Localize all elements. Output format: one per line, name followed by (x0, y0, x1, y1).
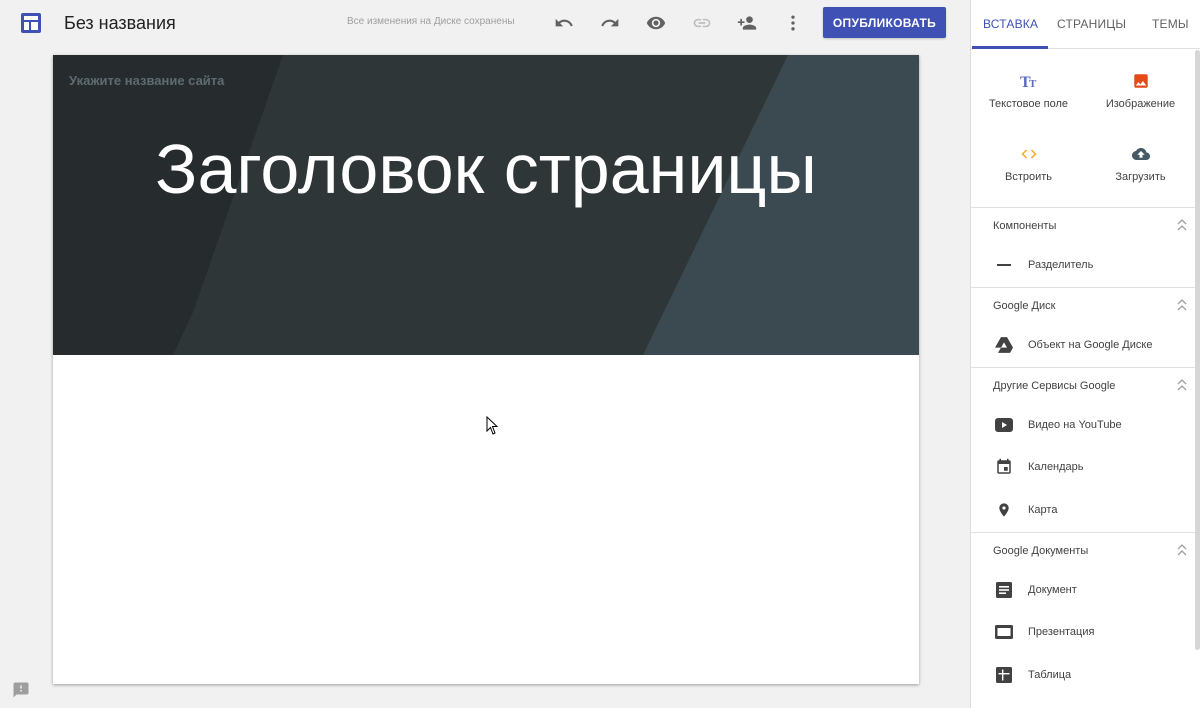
add-person-icon[interactable] (736, 12, 758, 34)
active-tab-indicator (972, 46, 1048, 49)
more-vert-icon[interactable] (782, 12, 804, 34)
insert-presentation-item[interactable]: Презентация (971, 617, 1195, 647)
document-icon (995, 581, 1013, 599)
text-box-icon: TT (971, 70, 1086, 92)
drive-icon (995, 336, 1013, 354)
insert-embed-label: Встроить (1004, 171, 1053, 183)
map-label: Карта (1028, 504, 1058, 516)
youtube-icon (995, 416, 1013, 434)
undo-icon[interactable] (553, 12, 575, 34)
divider-label: Разделитель (1028, 259, 1094, 271)
spreadsheet-icon (995, 666, 1013, 684)
insert-calendar-item[interactable]: Календарь (971, 452, 1195, 482)
site-name-placeholder[interactable]: Укажите название сайта (69, 73, 224, 88)
insert-image-label: Изображение (1105, 98, 1176, 110)
section-docs-title: Google Документы (993, 545, 1089, 557)
drive-object-label: Объект на Google Диске (1028, 339, 1153, 351)
presentation-icon (995, 623, 1013, 641)
map-pin-icon (995, 501, 1013, 519)
divider-icon (995, 256, 1013, 274)
google-sites-logo-icon[interactable] (20, 12, 42, 34)
section-components-header[interactable]: Компоненты (971, 207, 1195, 243)
insert-text-box-label: Текстовое поле (988, 98, 1069, 110)
section-components-title: Компоненты (993, 220, 1057, 232)
feedback-icon[interactable] (12, 681, 30, 699)
chevron-up-icon[interactable] (1176, 298, 1188, 317)
chevron-up-icon[interactable] (1176, 218, 1188, 237)
preview-icon[interactable] (645, 12, 667, 34)
insert-drive-object-item[interactable]: Объект на Google Диске (971, 330, 1195, 360)
document-label: Документ (1028, 584, 1077, 596)
section-other-services-header[interactable]: Другие Сервисы Google (971, 367, 1195, 403)
mouse-cursor-icon (486, 415, 500, 441)
upload-button[interactable]: Загрузить (1083, 143, 1198, 183)
panel-tabs: ВСТАВКА СТРАНИЦЫ ТЕМЫ (971, 0, 1200, 49)
link-icon[interactable] (691, 12, 713, 34)
redo-icon[interactable] (599, 12, 621, 34)
insert-document-item[interactable]: Документ (971, 575, 1195, 605)
page-header-banner[interactable]: Укажите название сайта Заголовок страниц… (53, 55, 919, 355)
insert-youtube-item[interactable]: Видео на YouTube (971, 410, 1195, 440)
calendar-icon (995, 458, 1013, 476)
page-canvas[interactable]: Укажите название сайта Заголовок страниц… (53, 55, 919, 684)
tab-themes[interactable]: ТЕМЫ (1152, 17, 1189, 31)
tab-pages[interactable]: СТРАНИЦЫ (1057, 17, 1126, 31)
publish-button[interactable]: ОПУБЛИКОВАТЬ (823, 7, 946, 38)
presentation-label: Презентация (1028, 626, 1095, 638)
spreadsheet-label: Таблица (1028, 669, 1072, 681)
insert-image-button[interactable]: Изображение (1083, 70, 1198, 110)
embed-icon (971, 143, 1086, 165)
upload-icon (1083, 143, 1198, 165)
save-status: Все изменения на Диске сохранены (347, 16, 515, 27)
top-bar: Без названия Все изменения на Диске сохр… (0, 0, 970, 46)
insert-map-item[interactable]: Карта (971, 495, 1195, 525)
calendar-label: Календарь (1028, 461, 1084, 473)
section-other-services-title: Другие Сервисы Google (993, 380, 1116, 392)
panel-scrollbar[interactable] (1195, 50, 1200, 650)
svg-text:T: T (1029, 78, 1037, 90)
insert-divider-item[interactable]: Разделитель (971, 250, 1195, 280)
youtube-label: Видео на YouTube (1028, 419, 1122, 431)
upload-label: Загрузить (1115, 171, 1166, 183)
insert-embed-button[interactable]: Встроить (971, 143, 1086, 183)
section-drive-title: Google Диск (993, 300, 1056, 312)
insert-panel: ВСТАВКА СТРАНИЦЫ ТЕМЫ TT Текстовое поле … (970, 0, 1200, 708)
page-title[interactable]: Заголовок страницы (53, 129, 919, 209)
insert-text-box-button[interactable]: TT Текстовое поле (971, 70, 1086, 110)
chevron-up-icon[interactable] (1176, 543, 1188, 562)
section-drive-header[interactable]: Google Диск (971, 287, 1195, 323)
image-icon (1083, 70, 1198, 92)
tab-insert[interactable]: ВСТАВКА (983, 17, 1038, 31)
chevron-up-icon[interactable] (1176, 378, 1188, 397)
section-docs-header[interactable]: Google Документы (971, 532, 1195, 568)
site-title[interactable]: Без названия (64, 13, 176, 34)
insert-spreadsheet-item[interactable]: Таблица (971, 660, 1195, 690)
